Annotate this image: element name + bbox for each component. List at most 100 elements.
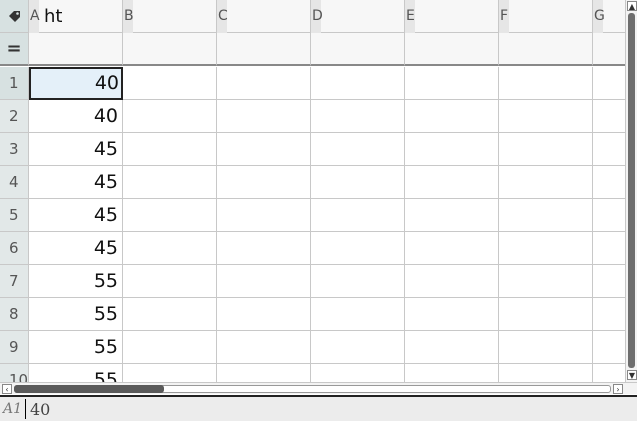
table-cell[interactable] [593,133,625,166]
row-header[interactable]: 2 [0,100,29,133]
formula-cell-b[interactable] [123,33,217,66]
table-cell[interactable] [499,364,593,382]
row-header[interactable]: 9 [0,331,29,364]
column-header-d[interactable]: D [311,0,405,33]
table-cell[interactable] [405,166,499,199]
column-header-a[interactable]: Aht [29,0,123,33]
table-cell[interactable] [405,232,499,265]
entry-line[interactable]: A1 40 [0,395,637,421]
table-cell[interactable] [499,67,593,100]
formula-cell-g[interactable] [593,33,625,66]
table-cell[interactable] [405,265,499,298]
selected-cell[interactable]: 40 [29,67,123,100]
table-cell[interactable] [123,364,217,382]
table-cell[interactable] [593,298,625,331]
table-cell[interactable] [123,67,217,100]
table-cell[interactable] [499,232,593,265]
table-cell[interactable] [123,298,217,331]
table-cell[interactable] [217,67,311,100]
vertical-scroll-thumb[interactable] [628,13,635,368]
table-cell[interactable] [405,133,499,166]
formula-cell-a[interactable] [29,33,123,66]
table-cell[interactable] [123,331,217,364]
table-cell[interactable] [311,298,405,331]
row-header[interactable]: 3 [0,133,29,166]
row-header[interactable]: 4 [0,166,29,199]
table-cell[interactable]: 45 [29,232,123,265]
table-cell[interactable] [311,133,405,166]
table-cell[interactable] [405,100,499,133]
table-cell[interactable] [217,133,311,166]
row-header[interactable]: 7 [0,265,29,298]
table-cell[interactable]: 55 [29,265,123,298]
table-cell[interactable] [499,166,593,199]
table-cell[interactable] [593,166,625,199]
row-header[interactable]: 1 [0,67,29,100]
scroll-up-arrow-icon[interactable]: ▲ [627,1,637,11]
entry-value[interactable]: 40 [30,400,50,419]
table-cell[interactable]: 40 [29,100,123,133]
table-cell[interactable]: 55 [29,298,123,331]
scroll-down-arrow-icon[interactable]: ▼ [627,370,637,380]
formula-cell-d[interactable] [311,33,405,66]
table-cell[interactable] [311,100,405,133]
table-cell[interactable] [405,331,499,364]
vertical-scrollbar[interactable]: ▲ ▼ [625,0,637,382]
column-header-c[interactable]: C [217,0,311,33]
table-cell[interactable] [405,67,499,100]
horizontal-scroll-thumb[interactable] [14,385,164,393]
scroll-left-arrow-icon[interactable]: ‹ [2,384,12,394]
table-cell[interactable]: 45 [29,133,123,166]
table-cell[interactable] [405,199,499,232]
table-cell[interactable] [123,232,217,265]
table-cell[interactable] [593,199,625,232]
table-cell[interactable] [593,364,625,382]
table-cell[interactable] [499,298,593,331]
table-cell[interactable] [593,67,625,100]
table-cell[interactable] [217,199,311,232]
formula-cell-f[interactable] [499,33,593,66]
table-cell[interactable]: 45 [29,199,123,232]
column-header-e[interactable]: E [405,0,499,33]
row-header[interactable]: 8 [0,298,29,331]
row-header[interactable]: 5 [0,199,29,232]
column-name[interactable]: ht [44,0,62,33]
table-cell[interactable] [217,331,311,364]
table-cell[interactable] [123,100,217,133]
row-header[interactable]: 6 [0,232,29,265]
table-cell[interactable] [217,298,311,331]
table-cell[interactable] [405,298,499,331]
formula-cell-e[interactable] [405,33,499,66]
column-header-b[interactable]: B [123,0,217,33]
table-cell[interactable] [311,265,405,298]
table-cell[interactable] [593,100,625,133]
table-cell[interactable] [123,166,217,199]
table-cell[interactable] [217,364,311,382]
formula-cell-c[interactable] [217,33,311,66]
table-cell[interactable] [217,232,311,265]
table-cell[interactable] [311,199,405,232]
table-cell[interactable] [311,166,405,199]
column-header-g[interactable]: G [593,0,625,33]
table-cell[interactable] [499,331,593,364]
table-cell[interactable] [311,331,405,364]
horizontal-scrollbar[interactable]: ‹ › [0,382,637,394]
table-cell[interactable] [405,364,499,382]
table-cell[interactable] [499,199,593,232]
scroll-right-arrow-icon[interactable]: › [613,384,623,394]
corner-cell[interactable] [0,0,29,33]
table-cell[interactable] [217,265,311,298]
table-cell[interactable] [499,265,593,298]
table-cell[interactable] [217,100,311,133]
table-cell[interactable] [123,265,217,298]
spreadsheet-grid[interactable]: = Aht B C D E F G 1 40 2 40 3 45 4 45 5 45 6 45 7 55 8 55 9 55 1… [0,0,625,382]
table-cell[interactable] [311,232,405,265]
table-cell[interactable] [593,232,625,265]
table-cell[interactable] [593,265,625,298]
table-cell[interactable] [593,331,625,364]
table-cell[interactable]: 55 [29,364,123,382]
table-cell[interactable] [499,100,593,133]
table-cell[interactable] [499,133,593,166]
table-cell[interactable] [311,364,405,382]
table-cell[interactable] [217,166,311,199]
